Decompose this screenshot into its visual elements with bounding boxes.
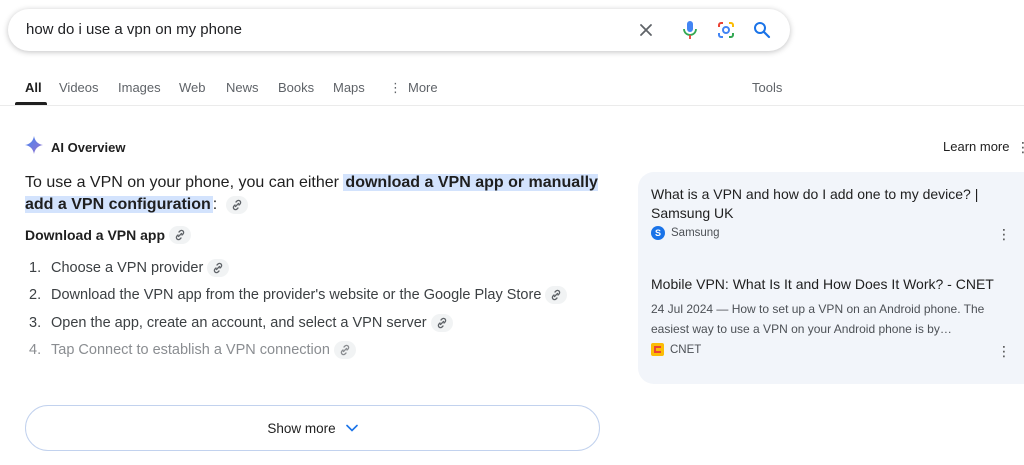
source-site: CNET <box>651 343 701 356</box>
link-chip-icon[interactable] <box>430 313 453 332</box>
ai-overview-header: AI Overview <box>25 135 126 159</box>
source-site-name: Samsung <box>671 227 720 239</box>
tools-button[interactable]: Tools <box>752 80 782 95</box>
tab-videos[interactable]: Videos <box>59 80 99 95</box>
samsung-favicon-icon: S <box>651 226 665 240</box>
search-input[interactable]: how do i use a vpn on my phone <box>26 21 242 38</box>
show-more-button[interactable]: Show more <box>25 405 600 451</box>
source-title-link[interactable]: What is a VPN and how do I add one to my… <box>651 185 1001 223</box>
cnet-favicon-icon <box>651 343 664 356</box>
link-chip-icon[interactable] <box>333 341 356 360</box>
link-chip-icon[interactable] <box>207 258 230 277</box>
step-text: Tap Connect to establish a VPN connectio… <box>51 342 330 359</box>
close-icon[interactable] <box>633 17 659 43</box>
ai-overview-intro: To use a VPN on your phone, you can eith… <box>25 172 615 216</box>
source-title-link[interactable]: Mobile VPN: What Is It and How Does It W… <box>651 275 1001 294</box>
sparkle-icon <box>25 135 43 159</box>
step-text: Download the VPN app from the provider's… <box>51 287 542 304</box>
tab-web[interactable]: Web <box>179 80 206 95</box>
list-item: 2. Download the VPN app from the provide… <box>29 282 568 310</box>
tab-more[interactable]: ⋮ More <box>389 80 438 96</box>
source-site-name: CNET <box>670 343 702 356</box>
search-tabs: All Videos Images Web News Books Maps ⋮ M… <box>0 68 1024 106</box>
chevron-down-icon <box>345 424 358 432</box>
more-vertical-icon: ⋮ <box>389 80 402 95</box>
source-site: S Samsung <box>651 226 720 240</box>
intro-text: To use a VPN on your phone, you can eith… <box>25 174 344 191</box>
active-tab-indicator <box>15 102 47 105</box>
microphone-icon[interactable] <box>677 17 703 43</box>
source-snippet: 24 Jul 2024 — How to set up a VPN on an … <box>651 302 985 336</box>
list-item: 1. Choose a VPN provider <box>29 254 567 282</box>
tab-images[interactable]: Images <box>118 80 161 95</box>
subheading-text: Download a VPN app <box>25 227 166 243</box>
more-options-icon[interactable]: ⋮ <box>1016 139 1024 156</box>
learn-more-link[interactable]: Learn more <box>943 139 1009 154</box>
link-chip-icon[interactable] <box>169 226 192 244</box>
source-options-icon[interactable]: ⋮ <box>997 343 1011 360</box>
search-icon[interactable] <box>749 17 775 43</box>
link-chip-icon[interactable] <box>225 195 248 214</box>
step-text: Choose a VPN provider <box>51 259 204 276</box>
step-number: 3. <box>29 314 42 331</box>
ai-overview-title: AI Overview <box>51 139 126 155</box>
tab-maps[interactable]: Maps <box>333 80 365 95</box>
section-subheading: Download a VPN app <box>25 226 192 244</box>
step-text: Open the app, create an account, and sel… <box>51 314 427 331</box>
tab-more-label: More <box>408 80 438 95</box>
step-number: 4. <box>29 342 42 359</box>
list-item: 3. Open the app, create an account, and … <box>29 309 567 337</box>
lens-icon[interactable] <box>713 17 739 43</box>
tab-news[interactable]: News <box>226 80 259 95</box>
step-number: 2. <box>29 287 42 304</box>
steps-list: 1. Choose a VPN provider 2. Download the… <box>29 254 568 364</box>
link-chip-icon[interactable] <box>545 286 568 305</box>
intro-suffix: : <box>212 196 218 213</box>
step-number: 1. <box>29 259 42 276</box>
source-options-icon[interactable]: ⋮ <box>997 226 1011 243</box>
tab-books[interactable]: Books <box>278 80 314 95</box>
show-more-label: Show more <box>267 420 336 436</box>
search-bar[interactable]: how do i use a vpn on my phone <box>8 9 790 51</box>
tab-all[interactable]: All <box>25 80 42 95</box>
